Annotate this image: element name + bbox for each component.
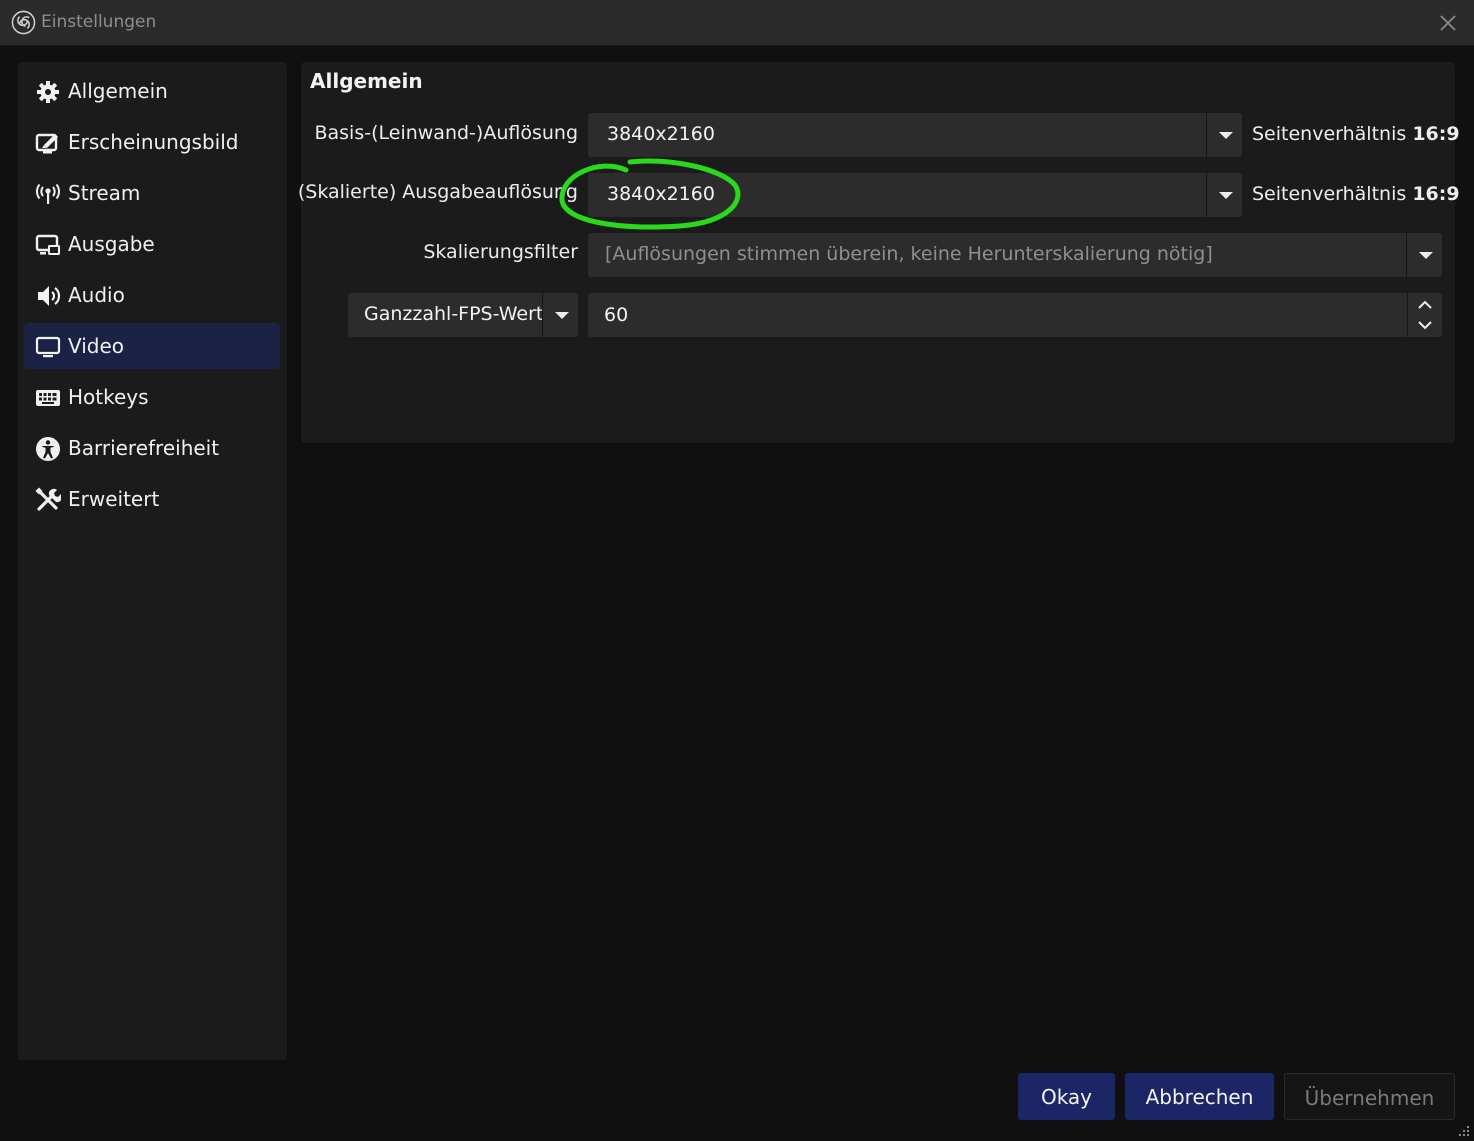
appearance-icon xyxy=(35,133,58,154)
sidebar-item-audio[interactable]: Audio xyxy=(24,272,280,318)
sidebar-item-ausgabe[interactable]: Ausgabe xyxy=(24,221,280,267)
fps-type-value: Ganzzahl-FPS-Wert xyxy=(364,303,544,325)
scale-filter-combo[interactable]: [Auflösungen stimmen überein, keine Heru… xyxy=(588,233,1442,277)
sidebar-item-erscheinungsbild[interactable]: Erscheinungsbild xyxy=(24,119,280,165)
window-title: Einstellungen xyxy=(41,12,157,32)
sidebar-item-label: Stream xyxy=(68,181,141,205)
base-resolution-label: Basis-(Leinwand-)Auflösung xyxy=(314,122,578,144)
video-settings-panel: Allgemein Basis-(Leinwand-)Auflösung 384… xyxy=(297,62,1460,443)
apply-button[interactable]: Übernehmen xyxy=(1284,1073,1455,1120)
title-bar: Einstellungen xyxy=(0,0,1474,46)
output-aspect-ratio: Seitenverhältnis 16:9 xyxy=(1252,183,1460,205)
sidebar-item-label: Hotkeys xyxy=(68,385,149,409)
accessibility-icon xyxy=(36,437,60,461)
sidebar-item-label: Ausgabe xyxy=(68,232,155,256)
sidebar-item-label: Erweitert xyxy=(68,487,160,511)
sidebar-item-allgemein[interactable]: Allgemein xyxy=(24,68,280,114)
sidebar-item-video[interactable]: Video xyxy=(24,323,280,369)
sidebar-item-stream[interactable]: Stream xyxy=(24,170,280,216)
base-resolution-value: 3840x2160 xyxy=(607,123,715,145)
okay-button[interactable]: Okay xyxy=(1018,1073,1115,1120)
output-resolution-label: (Skalierte) Ausgabeauflösung xyxy=(297,181,578,203)
speaker-icon xyxy=(38,286,61,306)
chevron-up-icon[interactable] xyxy=(1409,294,1441,316)
output-resolution-value: 3840x2160 xyxy=(607,183,715,205)
sidebar-item-label: Erscheinungsbild xyxy=(68,130,239,154)
sidebar-item-label: Barrierefreiheit xyxy=(68,436,220,460)
sidebar-item-erweitert[interactable]: Erweitert xyxy=(24,476,280,522)
tools-icon xyxy=(35,487,61,511)
settings-sidebar: Allgemein Erscheinungsbild Stream Ausgab… xyxy=(18,62,287,1060)
base-aspect-ratio: Seitenverhältnis 16:9 xyxy=(1252,123,1460,145)
close-icon[interactable] xyxy=(1436,11,1460,35)
obs-logo-icon xyxy=(11,10,36,35)
resize-grip-icon[interactable] xyxy=(1456,1123,1470,1137)
fps-value-input[interactable] xyxy=(588,293,1414,337)
scale-filter-value: [Auflösungen stimmen überein, keine Heru… xyxy=(605,243,1213,265)
base-resolution-combo[interactable]: 3840x2160 xyxy=(588,113,1242,157)
scale-filter-label: Skalierungsfilter xyxy=(423,241,578,263)
chevron-down-icon[interactable] xyxy=(1408,233,1442,277)
chevron-down-icon[interactable] xyxy=(544,293,578,337)
section-title: Allgemein xyxy=(310,69,423,93)
sidebar-item-barrierefreiheit[interactable]: Barrierefreiheit xyxy=(24,425,280,471)
keyboard-icon xyxy=(36,390,60,406)
cancel-button[interactable]: Abbrechen xyxy=(1125,1073,1274,1120)
monitor-icon xyxy=(35,336,61,358)
chevron-down-icon[interactable] xyxy=(1208,113,1242,157)
output-resolution-combo[interactable]: 3840x2160 xyxy=(588,173,1242,217)
fps-type-combo[interactable]: Ganzzahl-FPS-Wert xyxy=(348,293,578,337)
sidebar-item-label: Allgemein xyxy=(68,79,168,103)
sidebar-item-hotkeys[interactable]: Hotkeys xyxy=(24,374,280,420)
output-icon xyxy=(35,234,60,255)
chevron-down-icon[interactable] xyxy=(1409,314,1441,336)
chevron-down-icon[interactable] xyxy=(1208,173,1242,217)
gear-icon xyxy=(37,81,59,103)
fps-spinbox[interactable] xyxy=(588,293,1442,337)
sidebar-item-label: Video xyxy=(68,334,125,358)
sidebar-item-label: Audio xyxy=(68,283,125,307)
antenna-icon xyxy=(35,183,61,204)
